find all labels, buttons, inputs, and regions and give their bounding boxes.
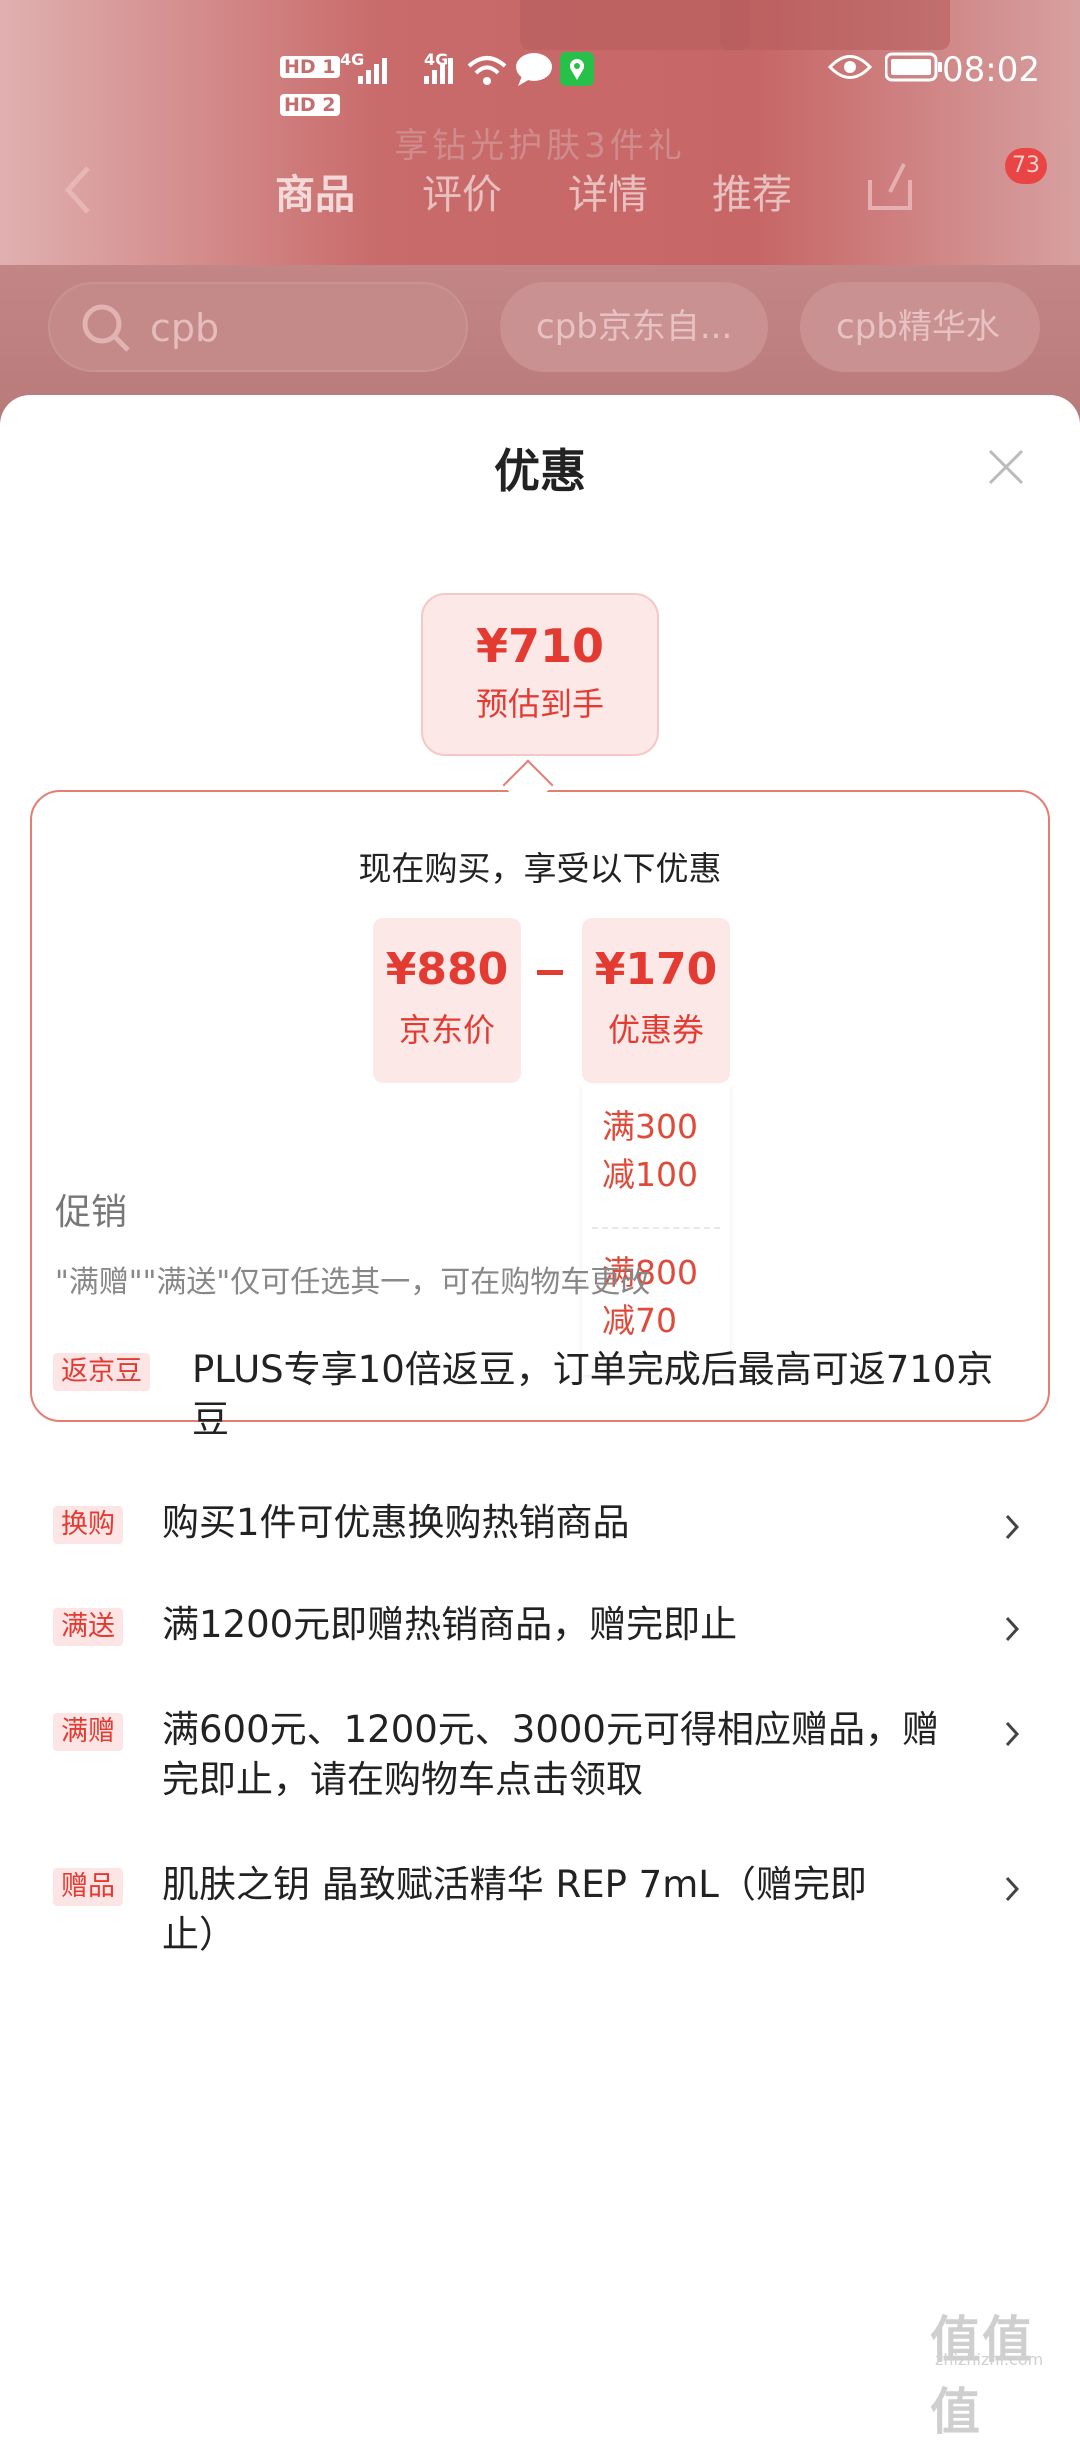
- promo-text-line: 止）: [162, 1913, 236, 1956]
- eye-icon: [828, 55, 872, 79]
- search-input[interactable]: cpb: [48, 282, 468, 372]
- promo-text: 购买1件可优惠换购热销商品: [162, 1501, 630, 1544]
- estimated-price-label: 预估到手: [475, 685, 604, 723]
- cart-count-badge: 73: [1005, 148, 1047, 184]
- coupon-reduction: 减100: [602, 1155, 698, 1194]
- signal-icon: [358, 58, 387, 84]
- promo-tag: 满赠: [53, 1713, 123, 1751]
- tab-recommend[interactable]: 推荐: [712, 162, 792, 220]
- minus-sign: [537, 970, 563, 975]
- promo-tag: 满送: [53, 1608, 123, 1646]
- search-query: cpb: [150, 306, 220, 350]
- search-row: cpb cpb京东自... cpb精华水: [0, 282, 1080, 377]
- hd2-badge: HD 2: [280, 94, 340, 116]
- search-icon: [82, 304, 130, 352]
- promo-text: 满600元、1200元、3000元可得相应赠品，赠 完即止，请在购物车点击领取: [162, 1705, 939, 1805]
- tab-reviews[interactable]: 评价: [422, 162, 502, 220]
- coupon-label: 优惠券: [607, 1011, 704, 1049]
- promo-text-line: 满600元、1200元、3000元可得相应赠品，赠: [162, 1708, 939, 1751]
- message-icon: [516, 53, 552, 86]
- jd-price-label: 京东价: [398, 1011, 495, 1049]
- estimated-price: ¥710: [475, 619, 605, 673]
- watermark-url: zhizhizhi.com: [935, 2350, 1044, 2369]
- chevron-right-icon: [1005, 1721, 1020, 1747]
- coupon-reduction: 减70: [602, 1301, 677, 1340]
- tab-product[interactable]: 商品: [275, 162, 355, 220]
- status-bar: HD 1 HD 2 4G 4G 08:02: [0, 0, 1080, 120]
- jd-price-box: ¥880 京东价: [373, 918, 521, 1083]
- back-button[interactable]: [58, 160, 108, 220]
- location-app-icon: [560, 52, 594, 86]
- discount-breakdown: 现在购买，享受以下优惠 ¥880 京东价 ¥170 优惠券 满300 减100 …: [30, 790, 1050, 1422]
- coupon-list: 满300 减100 满800 减70: [582, 1085, 730, 1375]
- close-icon[interactable]: [986, 447, 1026, 487]
- promo-text: 满1200元即赠热销商品，赠完即止: [162, 1603, 738, 1646]
- search-suggestion-chip[interactable]: cpb精华水: [800, 282, 1040, 372]
- promotions-note: "满赠""满送"仅可任选其一，可在购物车更改: [55, 1265, 651, 1300]
- estimated-price-box: ¥710 预估到手: [421, 593, 659, 756]
- product-top-nav: 商品 评价 详情 推荐: [0, 150, 1080, 240]
- promo-tag: 赠品: [53, 1868, 123, 1906]
- tab-details[interactable]: 详情: [568, 162, 648, 220]
- promo-text-line: 完即止，请在购物车点击领取: [162, 1758, 643, 1801]
- chevron-right-icon: [1005, 1876, 1020, 1902]
- signal-icon: [424, 58, 453, 84]
- wifi-icon: [467, 56, 507, 85]
- search-suggestion-chip[interactable]: cpb京东自...: [500, 282, 768, 372]
- promo-text-line: 豆: [192, 1398, 229, 1441]
- promo-tag: 换购: [53, 1506, 123, 1544]
- watermark-logo: 值值值: [930, 2311, 1034, 2441]
- promo-tag: 返京豆: [53, 1353, 150, 1391]
- discount-sheet: 优惠 ¥710 预估到手 现在购买，享受以下优惠 ¥880 京东价 ¥170 优…: [0, 395, 1080, 2376]
- coupon-item: 满300 减100: [602, 1103, 698, 1199]
- chevron-right-icon: [1005, 1616, 1020, 1642]
- hd-indicator: HD 1 HD 2: [280, 46, 340, 122]
- promotions-title: 促销: [55, 1192, 128, 1233]
- sheet-title: 优惠: [494, 444, 586, 498]
- coupon-value: ¥170: [594, 944, 718, 995]
- hd1-badge: HD 1: [280, 56, 340, 78]
- battery-icon: [885, 52, 942, 82]
- breakdown-title: 现在购买，享受以下优惠: [358, 849, 722, 888]
- coupon-box: ¥170 优惠券: [582, 918, 730, 1083]
- chevron-right-icon: [1005, 1514, 1020, 1540]
- chevron-left-icon: [64, 166, 90, 214]
- promo-text-line: 肌肤之钥 晶致赋活精华 REP 7mL（赠完即: [162, 1863, 867, 1906]
- coupon-threshold: 满300: [602, 1107, 698, 1146]
- divider: [592, 1227, 720, 1229]
- promo-text-line: PLUS专享10倍返豆，订单完成后最高可返710京: [192, 1348, 994, 1391]
- promo-text: 肌肤之钥 晶致赋活精华 REP 7mL（赠完即 止）: [162, 1860, 867, 1960]
- promo-text: PLUS专享10倍返豆，订单完成后最高可返710京 豆: [192, 1345, 993, 1445]
- share-icon[interactable]: [860, 150, 920, 220]
- jd-price-value: ¥880: [385, 944, 509, 995]
- clock: 08:02: [942, 50, 1040, 90]
